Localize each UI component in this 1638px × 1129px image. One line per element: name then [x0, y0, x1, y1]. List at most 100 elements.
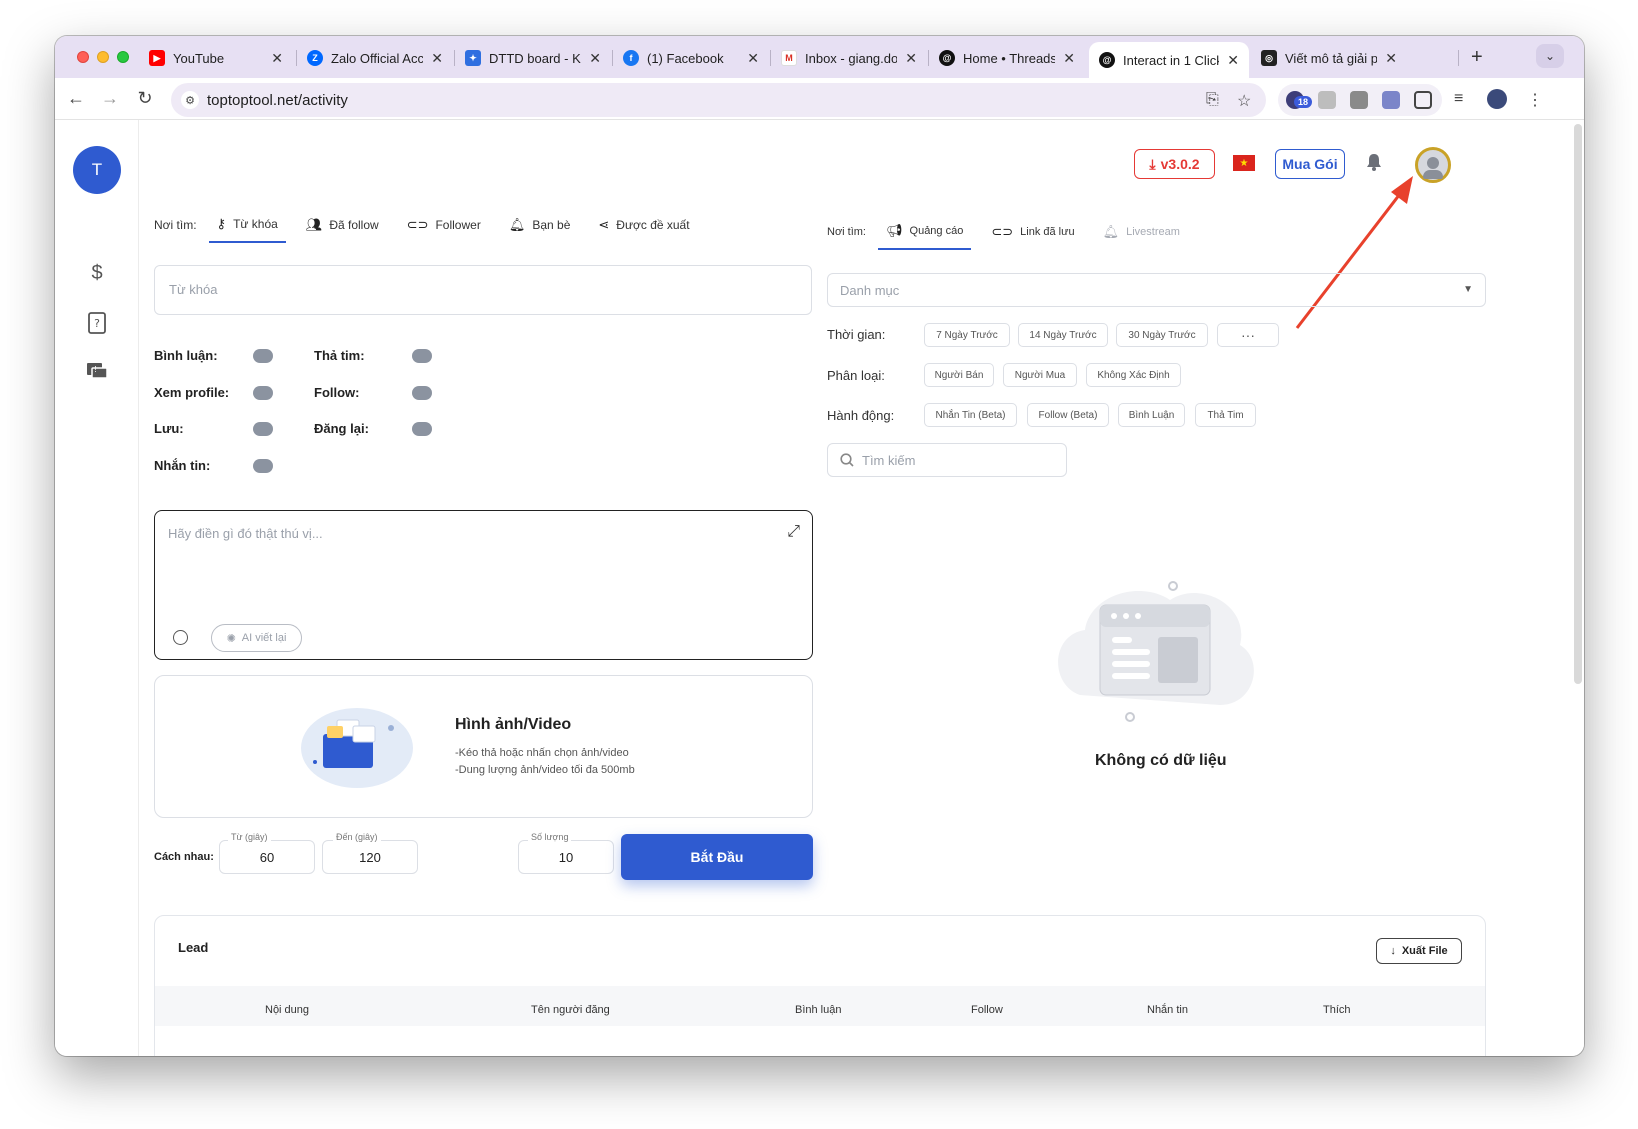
empty-state-text: Không có dữ liệu	[1095, 752, 1227, 769]
openai-icon: ✺	[226, 632, 236, 645]
column-header[interactable]: Tên người đăng	[531, 1004, 610, 1016]
tab-threads-home[interactable]: @ Home • Threads ✕	[929, 42, 1085, 74]
action-chip-follow[interactable]: Follow (Beta)	[1027, 403, 1109, 427]
help-book-icon[interactable]: ?	[85, 312, 109, 336]
feedback-icon[interactable]: !	[85, 362, 109, 386]
interval-from-input[interactable]: 60	[219, 840, 315, 874]
follow-toggle[interactable]	[412, 386, 432, 400]
time-filter-label: Thời gian:	[827, 327, 886, 342]
avatar[interactable]: T	[73, 146, 121, 194]
tab-suggested[interactable]: ⋖ Được đề xuất	[590, 207, 697, 243]
start-button[interactable]: Bắt Đầu	[621, 834, 813, 880]
media-upload-dropzone[interactable]: Hình ảnh/Video -Kéo thả hoặc nhấn chọn ả…	[154, 675, 813, 818]
repost-toggle[interactable]	[412, 422, 432, 436]
time-chip-14d[interactable]: 14 Ngày Trước	[1018, 323, 1108, 347]
heart-toggle[interactable]	[412, 349, 432, 363]
minimize-window-button[interactable]	[97, 51, 109, 63]
type-chip-seller[interactable]: Người Bán	[924, 363, 994, 387]
action-chip-message[interactable]: Nhắn Tin (Beta)	[924, 403, 1017, 427]
tab-gmail[interactable]: M Inbox - giang.do ✕	[771, 42, 927, 74]
comment-toggle-label: Bình luận:	[154, 348, 218, 363]
puzzle-icon[interactable]	[1414, 91, 1432, 109]
tab-friends[interactable]: 🔔︎ Bạn bè	[501, 207, 579, 243]
search-input[interactable]: Tìm kiếm	[827, 443, 1067, 477]
tab-follower[interactable]: ⊂⊃ Follower	[399, 207, 489, 243]
time-chip-7d[interactable]: 7 Ngày Trước	[924, 323, 1010, 347]
close-window-button[interactable]	[77, 51, 89, 63]
tab-search-button[interactable]: ⌄	[1536, 44, 1564, 68]
column-header[interactable]: Follow	[971, 1004, 1003, 1016]
tab-interact-active[interactable]: @ Interact in 1 Click ✕	[1089, 42, 1249, 78]
type-chip-buyer[interactable]: Người Mua	[1003, 363, 1077, 387]
download-version-button[interactable]: ⤓ v3.0.2	[1134, 149, 1215, 179]
export-file-button[interactable]: ↓ Xuất File	[1376, 938, 1462, 964]
page-content: T $ ? ! ⤓ v3.0.2 ★ Mua Gói Nơi tìm: ⚷ Từ…	[55, 120, 1584, 1056]
action-chip-heart[interactable]: Thả Tim	[1195, 403, 1256, 427]
tab-viet-mo-ta[interactable]: ◎ Viết mô tả giải p ✕	[1251, 42, 1407, 74]
right-source-tabs: Nơi tìm: 📢︎ Quảng cáo ⊂⊃ Link đã lưu 🔔︎ …	[827, 214, 1200, 250]
time-chip-30d[interactable]: 30 Ngày Trước	[1116, 323, 1208, 347]
tab-dttd-board[interactable]: ✦ DTTD board - Ka ✕	[455, 42, 611, 74]
download-extension-icon[interactable]	[1382, 91, 1400, 109]
quantity-input[interactable]: 10	[518, 840, 614, 874]
url-text[interactable]: toptoptool.net/activity	[207, 92, 348, 109]
category-select[interactable]: Danh mục ▼	[827, 273, 1486, 307]
address-bar[interactable]: ⚙ toptoptool.net/activity ⎘ ☆	[171, 83, 1266, 117]
close-tab-icon[interactable]: ✕	[589, 50, 601, 67]
tab-livestream[interactable]: 🔔︎ Livestream	[1095, 214, 1188, 250]
reading-list-icon[interactable]: ≡	[1454, 90, 1463, 108]
column-header[interactable]: Nhắn tin	[1147, 1004, 1188, 1016]
column-header[interactable]: Bình luận	[795, 1004, 841, 1016]
keyword-input[interactable]: Từ khóa	[154, 265, 812, 315]
emoji-icon[interactable]	[173, 630, 188, 645]
tab-zalo[interactable]: Z Zalo Official Acc ✕	[297, 42, 453, 74]
action-chip-comment[interactable]: Bình Luận	[1118, 403, 1185, 427]
page-scrollbar[interactable]	[1574, 124, 1582, 684]
maximize-window-button[interactable]	[117, 51, 129, 63]
new-tab-button[interactable]: +	[1471, 46, 1483, 69]
vietnam-flag-icon[interactable]: ★	[1233, 155, 1255, 171]
profile-icon[interactable]	[1487, 89, 1507, 109]
message-toggle[interactable]	[253, 459, 273, 473]
ai-rewrite-button[interactable]: ✺ AI viết lại	[211, 624, 302, 652]
source-label: Nơi tìm:	[827, 226, 866, 238]
reload-button[interactable]: ↻	[134, 88, 156, 109]
camera-extension-icon[interactable]	[1318, 91, 1336, 109]
tab-saved-links[interactable]: ⊂⊃ Link đã lưu	[983, 214, 1082, 250]
close-tab-icon[interactable]: ✕	[1227, 52, 1239, 69]
site-info-icon[interactable]: ⚙	[181, 91, 199, 109]
close-tab-icon[interactable]: ✕	[271, 50, 283, 67]
more-menu-icon[interactable]: ⋮	[1527, 90, 1543, 110]
close-tab-icon[interactable]: ✕	[747, 50, 759, 67]
back-button[interactable]: ←	[65, 88, 87, 109]
install-app-icon[interactable]: ⎘	[1206, 91, 1219, 109]
forward-button[interactable]: →	[99, 88, 121, 109]
close-tab-icon[interactable]: ✕	[1385, 50, 1397, 67]
tab-ads[interactable]: 📢︎ Quảng cáo	[878, 214, 972, 250]
close-tab-icon[interactable]: ✕	[431, 50, 443, 67]
column-header[interactable]: Nội dung	[265, 1004, 309, 1016]
close-tab-icon[interactable]: ✕	[1063, 50, 1075, 67]
upload-size-hint: -Dung lượng ảnh/video tối đa 500mb	[455, 764, 635, 776]
close-tab-icon[interactable]: ✕	[905, 50, 917, 67]
bookmark-star-icon[interactable]: ☆	[1237, 91, 1251, 111]
message-composer[interactable]: Hãy điền gì đó thật thú vị... ⤢ ✺ AI viế…	[154, 510, 813, 660]
tab-followed[interactable]: 👥︎ Đã follow	[298, 207, 387, 243]
profile-toggle[interactable]	[253, 386, 273, 400]
tab-title: YouTube	[173, 50, 225, 66]
tab-label: Đã follow	[329, 218, 379, 232]
interval-to-input[interactable]: 120	[322, 840, 418, 874]
megaphone-icon: 📢︎	[886, 223, 903, 238]
lead-card: Lead ↓ Xuất File Nội dung Tên người đăng…	[154, 915, 1486, 1056]
time-chip-more[interactable]: ···	[1217, 323, 1279, 347]
type-chip-unknown[interactable]: Không Xác Định	[1086, 363, 1181, 387]
column-header[interactable]: Thích	[1323, 1004, 1351, 1016]
screen-extension-icon[interactable]	[1350, 91, 1368, 109]
dollar-icon[interactable]: $	[85, 262, 109, 286]
save-toggle[interactable]	[253, 422, 273, 436]
tab-youtube[interactable]: ▶ YouTube ✕	[139, 42, 293, 74]
tab-keyword[interactable]: ⚷ Từ khóa	[208, 207, 286, 243]
comment-toggle[interactable]	[253, 349, 273, 363]
tab-facebook[interactable]: f (1) Facebook ✕	[613, 42, 769, 74]
expand-icon[interactable]: ⤢	[787, 523, 800, 541]
